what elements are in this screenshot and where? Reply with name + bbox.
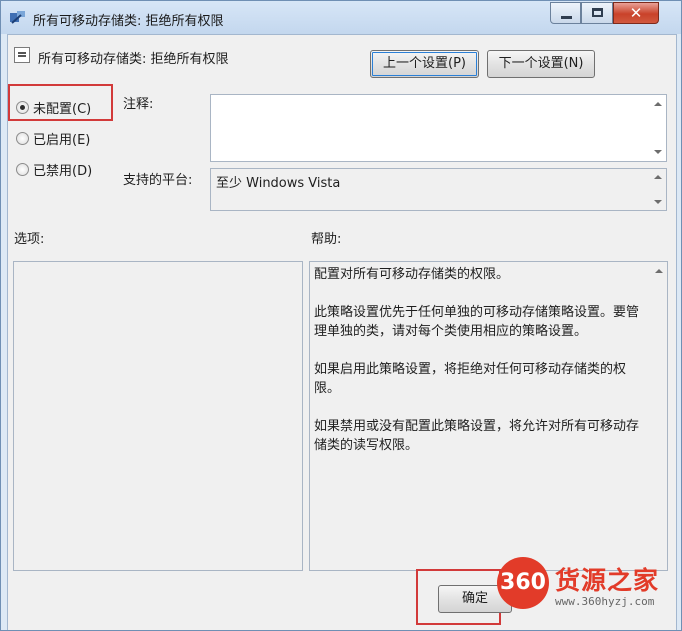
scroll-up-icon[interactable] — [655, 269, 663, 273]
maximize-button[interactable] — [581, 2, 613, 24]
help-text: 配置对所有可移动存储类的权限。 此策略设置优先于任何单独的可移动存储策略设置。要… — [314, 267, 640, 453]
watermark-360-icon: 360 — [497, 557, 549, 609]
radio-enabled[interactable]: 已启用(E) — [16, 127, 90, 149]
radio-not-configured[interactable]: 未配置(C) — [16, 96, 91, 118]
title-bar[interactable]: 所有可移动存储类: 拒绝所有权限 ✕ — [1, 1, 681, 34]
help-pane: 配置对所有可移动存储类的权限。 此策略设置优先于任何单独的可移动存储策略设置。要… — [309, 261, 668, 571]
platform-textbox[interactable]: 至少 Windows Vista — [210, 168, 667, 211]
previous-setting-button[interactable]: 上一个设置(P) — [370, 50, 479, 78]
scroll-up-icon[interactable] — [654, 102, 662, 106]
radio-label-not-configured: 未配置(C) — [33, 101, 92, 117]
watermark-logo: 360 货源之家 www.360hyzj.com — [497, 557, 681, 611]
minimize-icon — [561, 16, 572, 19]
next-setting-button[interactable]: 下一个设置(N) — [487, 50, 595, 78]
dialog-client-area: 所有可移动存储类: 拒绝所有权限 上一个设置(P) 下一个设置(N) 未配置(C… — [7, 34, 677, 630]
radio-label-enabled: 已启用(E) — [33, 132, 91, 148]
window-title: 所有可移动存储类: 拒绝所有权限 — [33, 14, 224, 29]
comment-label: 注释: — [123, 97, 154, 112]
policy-dialog-window: 所有可移动存储类: 拒绝所有权限 ✕ 所有可移动存储类: 拒绝所有权限 上一个设… — [0, 0, 682, 631]
platform-scrollbar[interactable] — [649, 169, 666, 210]
close-button[interactable]: ✕ — [613, 2, 659, 24]
policy-title: 所有可移动存储类: 拒绝所有权限 — [38, 52, 229, 67]
comment-scrollbar[interactable] — [649, 95, 666, 161]
scroll-down-icon[interactable] — [654, 150, 662, 154]
scroll-up-icon[interactable] — [654, 175, 662, 179]
policy-editor-icon — [10, 11, 25, 24]
radio-label-disabled: 已禁用(D) — [33, 163, 93, 179]
radio-button-selected[interactable] — [16, 100, 29, 114]
radio-disabled[interactable]: 已禁用(D) — [16, 158, 92, 180]
options-pane — [13, 261, 303, 571]
watermark-url: www.360hyzj.com — [555, 595, 655, 608]
policy-setting-icon — [14, 47, 30, 63]
watermark-name: 货源之家 — [555, 566, 660, 595]
scroll-down-icon[interactable] — [654, 200, 662, 204]
platform-value: 至少 Windows Vista — [216, 176, 341, 191]
platform-label: 支持的平台: — [123, 173, 193, 188]
radio-button[interactable] — [16, 131, 29, 145]
close-icon: ✕ — [629, 4, 643, 22]
help-scrollbar[interactable] — [650, 262, 667, 570]
options-label: 选项: — [14, 232, 45, 247]
radio-button[interactable] — [16, 162, 29, 176]
help-label: 帮助: — [311, 232, 342, 247]
maximize-icon — [592, 8, 603, 17]
comment-textbox[interactable] — [210, 94, 667, 162]
minimize-button[interactable] — [550, 2, 581, 24]
